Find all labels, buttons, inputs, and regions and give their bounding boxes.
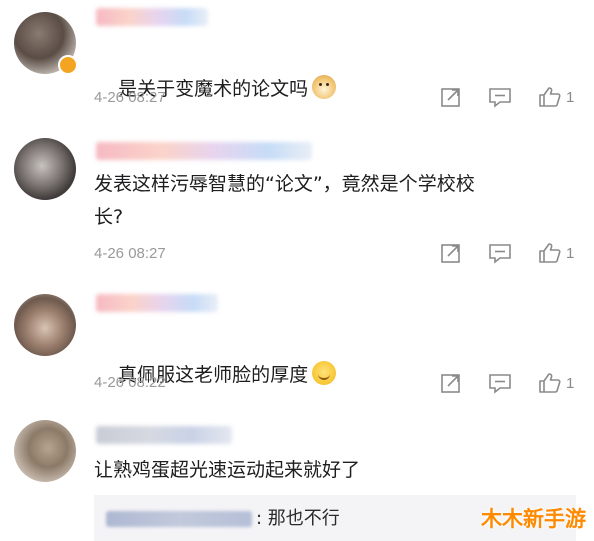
thumb-up-icon — [539, 373, 561, 393]
reply-username-blurred[interactable] — [106, 511, 252, 527]
avatar[interactable] — [14, 294, 76, 356]
verified-badge-icon — [58, 55, 78, 75]
reply-text: : 那也不行 — [256, 508, 340, 529]
sneer-emoji — [312, 361, 337, 385]
share-icon — [441, 244, 460, 263]
comment-item: 是关于变魔术的论文吗 4-26 08:27 1 — [0, 0, 594, 130]
comment-item: 发表这样污辱智慧的“论文”，竟然是个学校校 长? 4-26 08:27 1 — [0, 130, 594, 280]
avatar[interactable] — [14, 138, 76, 200]
comment-time: 4-26 08:27 — [94, 245, 166, 262]
reply-button[interactable] — [488, 370, 512, 396]
username-blurred[interactable] — [96, 426, 232, 444]
comment-actions: 1 — [436, 84, 586, 110]
comment-time: 4-26 08:27 — [94, 89, 166, 106]
share-button[interactable] — [440, 370, 462, 396]
comment-actions: 1 — [436, 370, 586, 396]
comment-item: 真佩服这老师脸的厚度 4-26 08:22 1 — [0, 280, 594, 410]
comment-text: 发表这样污辱智慧的“论文”，竟然是个学校校 长? — [94, 173, 475, 228]
like-button[interactable]: 1 — [538, 370, 574, 396]
like-button[interactable]: 1 — [538, 240, 574, 266]
comment-text: 让熟鸡蛋超光速运动起来就好了 — [94, 459, 361, 481]
like-button[interactable]: 1 — [538, 84, 574, 110]
comment-icon — [489, 374, 511, 394]
thumb-up-icon — [539, 243, 561, 263]
comment-time: 4-26 08:22 — [94, 374, 166, 391]
comment-icon — [489, 244, 511, 264]
watermark-logo: 木木新手游 — [481, 507, 586, 531]
share-icon — [441, 374, 460, 393]
reply-button[interactable] — [488, 84, 512, 110]
comment-icon — [489, 88, 511, 108]
like-count: 1 — [566, 244, 575, 262]
avatar[interactable] — [14, 420, 76, 482]
comment-actions: 1 — [436, 240, 586, 266]
username-blurred[interactable] — [96, 142, 312, 160]
username-blurred[interactable] — [96, 8, 208, 26]
like-count: 1 — [566, 88, 575, 106]
share-button[interactable] — [440, 240, 462, 266]
share-icon — [441, 88, 460, 107]
share-button[interactable] — [440, 84, 462, 110]
thumb-up-icon — [539, 87, 561, 107]
username-blurred[interactable] — [96, 294, 218, 312]
doge-emoji — [312, 75, 337, 99]
like-count: 1 — [566, 374, 575, 392]
reply-button[interactable] — [488, 240, 512, 266]
